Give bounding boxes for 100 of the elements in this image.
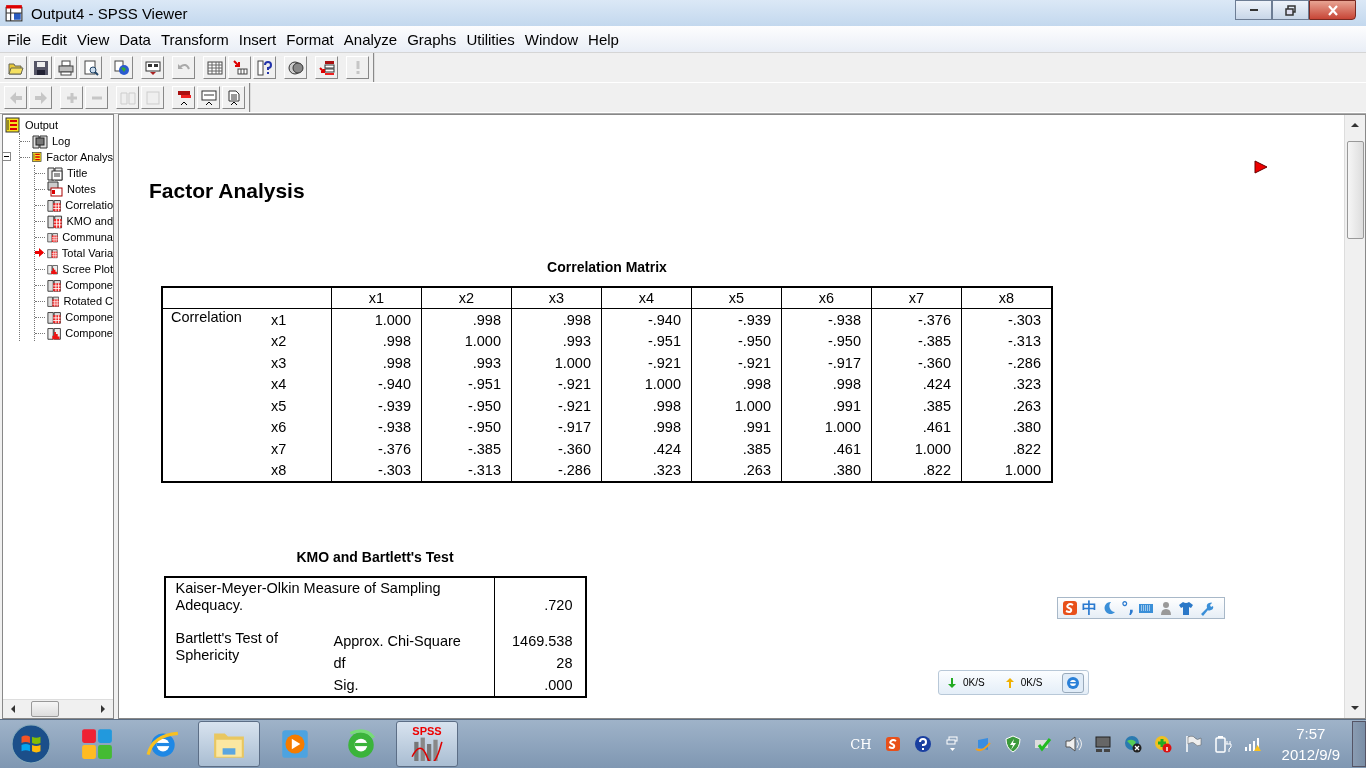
table-cell: -.950	[421, 395, 512, 417]
outline-item[interactable]: Compone	[65, 311, 113, 323]
scroll-left-icon[interactable]	[9, 705, 17, 713]
table-cell: -.940	[331, 373, 422, 395]
table-cell: 1469.538	[494, 620, 586, 652]
monitor-button[interactable]	[197, 86, 220, 109]
outline-item[interactable]: Rotated C	[63, 295, 113, 307]
menu-item[interactable]: Data	[115, 30, 155, 48]
scroll-thumb[interactable]	[1346, 141, 1364, 239]
help-icon[interactable]	[913, 735, 932, 753]
restore-button[interactable]	[1272, 0, 1309, 20]
input-mode-toggle[interactable]: °,	[1121, 599, 1135, 617]
upload-speed: 0K/S	[1020, 677, 1043, 688]
outline-item[interactable]: Compone	[65, 327, 113, 339]
outline-item[interactable]: Notes	[67, 183, 96, 195]
table-cell: .822	[961, 438, 1052, 460]
scroll-up-icon[interactable]	[1351, 121, 1359, 129]
table-cell: 28	[494, 652, 586, 674]
outline-item[interactable]: Compone	[65, 279, 113, 291]
print-preview-button[interactable]	[79, 56, 102, 79]
globe-icon[interactable]	[1123, 735, 1142, 753]
outline-item[interactable]: Total Varia	[61, 247, 113, 259]
column-header: x4	[601, 287, 692, 309]
row-label: Sig.	[331, 674, 494, 697]
input-mode-toggle[interactable]: 中	[1082, 598, 1097, 618]
save-button[interactable]	[29, 56, 52, 79]
menu-item[interactable]: Help	[584, 30, 623, 48]
scroll-thumb[interactable]	[31, 701, 59, 717]
browser-button[interactable]	[1062, 672, 1085, 693]
list-arrow-button[interactable]	[315, 56, 338, 79]
scroll-right-icon[interactable]	[99, 705, 107, 713]
battery-icon[interactable]	[1213, 735, 1232, 753]
table-cell: 1.000	[871, 438, 962, 460]
menu-item[interactable]: Analyze	[339, 30, 402, 48]
menu-item[interactable]: View	[73, 30, 114, 48]
question-button[interactable]	[253, 56, 276, 79]
table-cell: .263	[961, 395, 1052, 417]
outline-item[interactable]: Title	[67, 167, 88, 179]
table-cell: -.950	[691, 330, 782, 352]
dialog-button[interactable]	[141, 56, 164, 79]
scroll-down-icon[interactable]	[1351, 704, 1359, 712]
table-cell: -.385	[871, 330, 962, 352]
shield-icon[interactable]	[1003, 735, 1022, 753]
outline-item[interactable]: Communa	[62, 231, 113, 243]
table-cell: -.951	[421, 373, 512, 395]
printer-button[interactable]	[54, 56, 77, 79]
right-arrow-icon	[32, 89, 49, 106]
circles-button[interactable]	[284, 56, 307, 79]
shirt-icon[interactable]	[1178, 600, 1195, 616]
menu-item[interactable]: Utilities	[462, 30, 519, 48]
menu-item[interactable]: Graphs	[403, 30, 461, 48]
print-preview-icon	[82, 59, 99, 76]
flag-icon[interactable]	[1183, 735, 1202, 753]
s-logo-icon[interactable]	[1062, 600, 1078, 616]
table-cell: .993	[511, 330, 602, 352]
open-folder-button[interactable]	[4, 56, 27, 79]
globe-button[interactable]	[110, 56, 133, 79]
table-cell: -.286	[511, 459, 602, 482]
table-cell: .424	[601, 438, 692, 460]
speaker-icon[interactable]	[1063, 735, 1082, 753]
minimize-button[interactable]	[1235, 0, 1272, 20]
close-button[interactable]	[1309, 0, 1356, 20]
document-button[interactable]	[222, 86, 245, 109]
signal-icon[interactable]	[1243, 735, 1262, 753]
show-desktop-button[interactable]	[1352, 721, 1366, 767]
s-logo-icon[interactable]	[883, 735, 902, 753]
vertical-scrollbar[interactable]	[1344, 115, 1365, 718]
menu-item[interactable]: Window	[520, 30, 583, 48]
outline-item[interactable]: Log	[52, 135, 71, 147]
table-icon	[47, 277, 62, 293]
outline-item[interactable]: Output	[25, 119, 59, 131]
menu-item[interactable]: Insert	[234, 30, 281, 48]
horizontal-scrollbar[interactable]	[3, 699, 113, 718]
download-speed: 0K/S	[963, 677, 985, 688]
column-header: x7	[871, 287, 962, 309]
menu-item[interactable]: Transform	[156, 30, 233, 48]
grid-button[interactable]	[203, 56, 226, 79]
arrow-table-button[interactable]	[228, 56, 251, 79]
section-heading: Factor Analysis	[149, 179, 306, 203]
monitor-icon[interactable]	[1093, 735, 1112, 753]
outline-item[interactable]: Scree Plot	[62, 263, 113, 275]
check-icon[interactable]	[1033, 735, 1052, 753]
question-icon	[256, 59, 273, 76]
table-title: Correlation Matrix	[547, 259, 667, 275]
table-cell: -.917	[511, 416, 602, 438]
taskbar-app[interactable]	[198, 721, 260, 767]
heading-button[interactable]	[172, 86, 195, 109]
plus-icon[interactable]	[1153, 735, 1172, 753]
grid-icon	[206, 59, 223, 76]
outline-item[interactable]: Correlatio	[65, 199, 113, 211]
menu-item[interactable]: Edit	[37, 30, 72, 48]
menu-item[interactable]: Format	[282, 30, 338, 48]
expander-icon[interactable]	[3, 152, 11, 161]
table-cell: .385	[691, 438, 782, 460]
table-cell: .998	[331, 330, 422, 352]
table-cell: -.939	[331, 395, 422, 417]
outline-item[interactable]: Factor Analys	[46, 151, 113, 163]
menu-item[interactable]: File	[0, 30, 36, 48]
exclamation-icon	[355, 61, 360, 74]
outline-item[interactable]: KMO and	[66, 215, 113, 227]
